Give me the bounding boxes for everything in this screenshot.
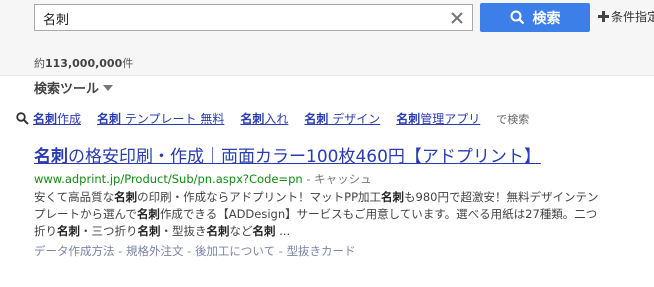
snippet-highlight: 名刺 <box>252 224 276 238</box>
related-search-link[interactable]: 名刺入れ <box>240 110 288 127</box>
snippet-highlight: 名刺 <box>136 207 160 221</box>
related-search-link[interactable]: 名刺 テンプレート 無料 <box>97 110 224 127</box>
snippet-highlight: 名刺 <box>206 224 230 238</box>
sitelink[interactable]: 型抜きカード <box>287 244 356 258</box>
clear-search-button[interactable] <box>447 8 467 28</box>
snippet-text: ... <box>275 224 291 238</box>
caret-down-icon <box>103 84 114 91</box>
snippet-highlight: 名刺 <box>114 190 138 204</box>
plus-icon <box>598 11 609 22</box>
result-snippet: 安くて高品質な名刺の印刷・作成ならアドプリント！マットPP加工名刺も980円で超… <box>34 189 604 240</box>
search-box[interactable] <box>34 4 473 31</box>
search-tools-label: 検索ツール <box>34 82 100 97</box>
result-url-text: www.adprint.jp/Product/Sub/pn.aspx?Code=… <box>34 172 303 186</box>
search-button[interactable]: 検索 <box>480 3 590 32</box>
result-sitelinks: データ作成方法 - 規格外注文 - 後加工について - 型抜きカード <box>34 244 356 258</box>
search-tools-dropdown[interactable]: 検索ツール <box>34 78 114 97</box>
snippet-text: など <box>229 224 253 238</box>
snippet-highlight: 名刺 <box>137 224 161 238</box>
related-search-link[interactable]: 名刺 デザイン <box>304 110 380 127</box>
related-search-link[interactable]: 名刺作成 <box>33 110 81 127</box>
result-count-suffix: 件 <box>122 57 134 70</box>
result-url: www.adprint.jp/Product/Sub/pn.aspx?Code=… <box>34 172 372 186</box>
sitelink[interactable]: 後加工について <box>195 244 275 258</box>
result-title-link[interactable]: 名刺の格安印刷・作成｜両面カラー100枚460円【アドプリント】 <box>34 146 634 168</box>
snippet-text: ・型抜き <box>160 224 207 238</box>
snippet-text: ・三つ折り <box>80 224 138 238</box>
related-searches-suffix: で検索 <box>496 112 530 126</box>
advanced-search-link[interactable]: 条件指定 <box>598 8 654 25</box>
search-button-label: 検索 <box>532 10 561 27</box>
cache-link[interactable]: キャッシュ <box>314 172 372 186</box>
snippet-text: の印刷・作成ならアドプリント！マットPP加工 <box>137 190 382 204</box>
search-result: 名刺の格安印刷・作成｜両面カラー100枚460円【アドプリント】 www.adp… <box>34 146 634 259</box>
result-count-prefix: 約 <box>34 57 45 70</box>
result-count-number: 113,000,000 <box>45 57 123 70</box>
result-count: 約113,000,000件 <box>34 55 133 71</box>
related-search-link[interactable]: 名刺管理アプリ <box>396 110 480 127</box>
close-icon <box>451 12 463 24</box>
advanced-search-label: 条件指定 <box>611 10 654 24</box>
snippet-highlight: 名刺 <box>381 190 405 204</box>
search-icon <box>510 10 524 25</box>
snippet-highlight: 名刺 <box>57 224 80 238</box>
search-icon <box>16 112 29 125</box>
related-searches: 名刺作成 名刺 テンプレート 無料 名刺入れ 名刺 デザイン 名刺管理アプリ で… <box>16 110 529 127</box>
sitelink[interactable]: 規格外注文 <box>126 244 184 258</box>
snippet-text: 安くて高品質な <box>34 190 115 204</box>
sitelink[interactable]: データ作成方法 <box>34 244 115 258</box>
search-input[interactable] <box>43 9 433 27</box>
